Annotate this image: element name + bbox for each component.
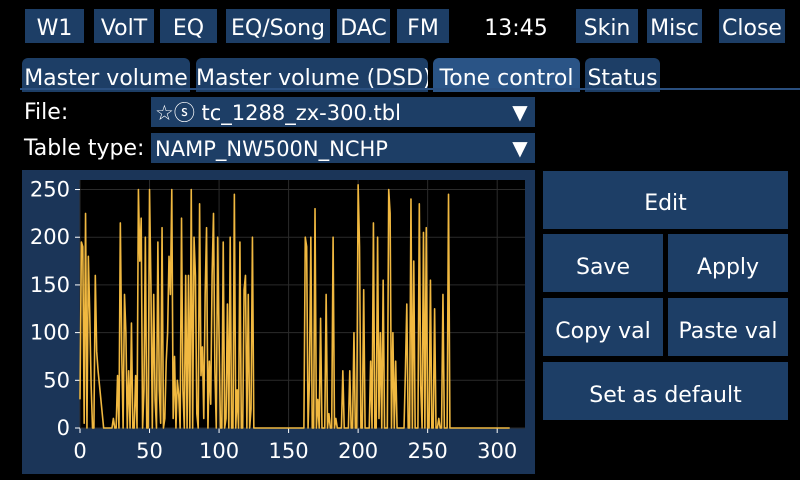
w1-button[interactable]: W1 <box>25 9 84 43</box>
table-type-value: NAMP_NW500N_NCHP <box>155 137 388 161</box>
x-tick-label: 0 <box>73 439 86 463</box>
misc-button[interactable]: Misc <box>647 9 702 43</box>
table-type-label: Table type: <box>24 136 145 161</box>
volt-button[interactable]: VolT <box>94 9 154 43</box>
tab-divider <box>20 88 800 90</box>
save-button[interactable]: Save <box>543 234 663 292</box>
x-tick-label: 200 <box>338 439 378 463</box>
skin-button[interactable]: Skin <box>576 9 638 43</box>
eq-button[interactable]: EQ <box>160 9 217 43</box>
dropdown-arrow-icon[interactable]: ▼ <box>505 133 535 163</box>
y-tick-label: 150 <box>30 273 70 297</box>
tone-chart-panel: 0 50 100 150 200 250 300 0 50 100 150 200 250 <box>22 170 535 474</box>
x-tick-label: 250 <box>408 439 448 463</box>
x-tick-label: 100 <box>199 439 239 463</box>
tab-master-volume-dsd[interactable]: Master volume (DSD) <box>196 58 428 92</box>
clock: 13:45 <box>484 16 548 41</box>
fm-button[interactable]: FM <box>397 9 449 43</box>
apply-button[interactable]: Apply <box>668 234 788 292</box>
set-default-button[interactable]: Set as default <box>543 362 788 420</box>
file-label: File: <box>24 100 69 125</box>
tone-curve-chart: 0 50 100 150 200 250 300 0 50 100 150 200 250 <box>30 178 525 463</box>
paste-val-button[interactable]: Paste val <box>668 298 788 356</box>
y-tick-label: 200 <box>30 225 70 249</box>
table-type-dropdown[interactable]: NAMP_NW500N_NCHP ▼ <box>151 133 535 163</box>
x-tick-label: 300 <box>477 439 517 463</box>
tab-tone-control[interactable]: Tone control <box>433 58 580 92</box>
dropdown-arrow-icon[interactable]: ▼ <box>505 97 535 127</box>
close-button[interactable]: Close <box>719 9 785 43</box>
y-tick-label: 0 <box>57 416 70 440</box>
y-tick-label: 50 <box>43 368 70 392</box>
dac-button[interactable]: DAC <box>337 9 390 43</box>
tab-master-volume[interactable]: Master volume <box>22 58 190 92</box>
x-tick-label: 50 <box>136 439 163 463</box>
y-tick-label: 250 <box>30 178 70 202</box>
eq-song-button[interactable]: EQ/Song <box>226 9 330 43</box>
file-dropdown[interactable]: ☆ⓢ tc_1288_zx-300.tbl ▼ <box>151 97 535 127</box>
x-tick-label: 150 <box>269 439 309 463</box>
tab-status[interactable]: Status <box>585 58 660 92</box>
edit-button[interactable]: Edit <box>543 171 788 229</box>
copy-val-button[interactable]: Copy val <box>543 298 663 356</box>
file-value: ☆ⓢ tc_1288_zx-300.tbl <box>155 101 401 125</box>
y-tick-label: 100 <box>30 321 70 345</box>
